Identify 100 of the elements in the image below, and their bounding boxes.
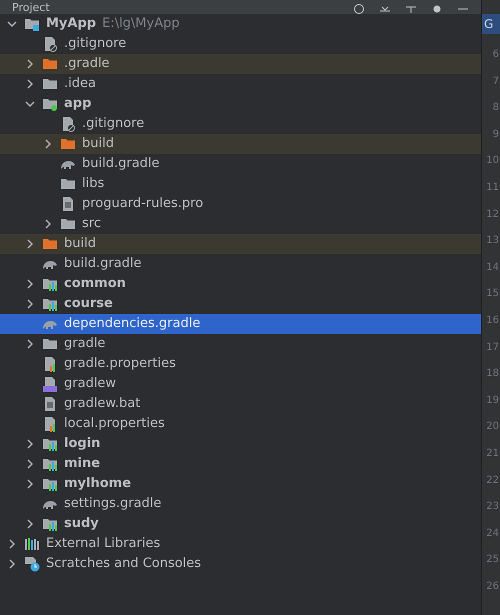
item-label: .idea (64, 75, 96, 94)
item-label: gradle.properties (64, 355, 176, 374)
tree-item[interactable]: build.gradle (0, 254, 481, 274)
scratches-icon (24, 556, 40, 572)
line-number: 9 (492, 128, 500, 142)
line-number: 10 (485, 154, 500, 168)
module-icon (42, 516, 58, 532)
line-number: 24 (485, 526, 500, 541)
line-number: 20 (485, 420, 500, 434)
tree-item[interactable]: src (0, 214, 481, 234)
line-number: 21 (485, 446, 500, 461)
tree-item[interactable]: dependencies.gradle (0, 314, 481, 334)
folder-icon (42, 56, 58, 72)
chevron-right-icon[interactable] (43, 139, 53, 149)
item-label: mine (64, 455, 100, 474)
tree-item[interactable]: gradlew (0, 374, 481, 394)
item-label: local.properties (64, 415, 165, 434)
item-label: gradlew (64, 375, 116, 394)
line-number: 23 (485, 500, 500, 514)
tree-item[interactable]: login (0, 434, 481, 454)
tree-item[interactable]: .gitignore (0, 34, 481, 54)
tree-item[interactable]: course (0, 294, 481, 314)
libraries-icon (24, 536, 40, 552)
chevron-down-icon[interactable] (7, 19, 17, 29)
module-icon (42, 296, 58, 312)
properties-file-icon (42, 356, 58, 372)
chevron-right-icon[interactable] (25, 339, 35, 349)
line-number: 6 (492, 48, 500, 62)
item-label: gradlew.bat (64, 395, 140, 414)
tree-item[interactable]: build (0, 234, 481, 254)
tree-item[interactable]: build.gradle (0, 154, 481, 174)
item-label: External Libraries (46, 535, 160, 554)
line-number: 8 (492, 101, 500, 116)
item-label: .gitignore (82, 115, 144, 134)
item-label: Scratches and Consoles (46, 555, 202, 574)
item-label: common (64, 275, 126, 294)
tree-item[interactable]: build (0, 134, 481, 154)
item-label: gradle (64, 335, 106, 354)
folder-icon (42, 236, 58, 252)
item-label: src (82, 215, 101, 234)
item-label: sudy (64, 515, 99, 534)
tree-item[interactable]: local.properties (0, 414, 481, 434)
tree-item[interactable]: .gradle (0, 54, 481, 74)
tree-item[interactable]: mine (0, 454, 481, 474)
tree-item[interactable]: gradle.properties (0, 354, 481, 374)
tree-item[interactable]: .gitignore (0, 114, 481, 134)
tree-item[interactable]: .idea (0, 74, 481, 94)
file-icon (42, 36, 58, 52)
file-icon (60, 116, 76, 132)
item-label: settings.gradle (64, 495, 162, 514)
tree-item[interactable]: Scratches and Consoles (0, 554, 481, 574)
item-label: proguard-rules.pro (82, 195, 204, 214)
item-label: build.gradle (82, 155, 160, 174)
tree-item[interactable]: MyApp E:\lg\MyApp (0, 14, 481, 34)
collapse-icon[interactable] (379, 4, 391, 14)
file-icon (42, 396, 58, 412)
folder-icon (42, 76, 58, 92)
line-number: 16 (485, 314, 500, 328)
item-label: dependencies.gradle (64, 315, 200, 334)
tree-item[interactable]: settings.gradle (0, 494, 481, 514)
tree-item[interactable]: External Libraries (0, 534, 481, 554)
line-number: 19 (485, 394, 500, 408)
line-number: 11 (485, 180, 500, 195)
tree-item[interactable]: app (0, 94, 481, 114)
tree-item[interactable]: proguard-rules.pro (0, 194, 481, 214)
item-label: .gradle (64, 55, 110, 74)
path-label: E:\lg\MyApp (102, 15, 180, 34)
folder-icon (42, 336, 58, 352)
line-number: 15 (485, 287, 500, 302)
item-label: build.gradle (64, 255, 142, 274)
tree-item[interactable]: mylhome (0, 474, 481, 494)
tree-item[interactable]: common (0, 274, 481, 294)
line-number: 22 (485, 474, 500, 488)
line-number: 7 (492, 74, 500, 89)
tree-item[interactable]: gradlew.bat (0, 394, 481, 414)
line-number: 18 (485, 367, 500, 382)
script-file-icon (42, 376, 58, 392)
item-label: course (64, 295, 113, 314)
panel-title[interactable]: Project (12, 2, 50, 14)
line-number: 25 (485, 553, 500, 568)
item-label: build (82, 135, 114, 154)
line-number: 14 (485, 260, 500, 275)
folder-icon (24, 16, 40, 32)
line-number: 17 (485, 340, 500, 355)
item-label: app (64, 95, 92, 114)
module-icon (42, 276, 58, 292)
folder-icon (60, 176, 76, 192)
properties-file-icon (42, 416, 58, 432)
module-icon (42, 436, 58, 452)
item-label: login (64, 435, 100, 454)
chevron-down-icon[interactable] (25, 99, 35, 109)
tree-item[interactable]: libs (0, 174, 481, 194)
tree-item[interactable]: sudy (0, 514, 481, 534)
tree-item[interactable]: gradle (0, 334, 481, 354)
item-label: build (64, 235, 96, 254)
editor-tab[interactable]: G (482, 14, 500, 34)
line-number: 12 (485, 208, 500, 222)
item-label: .gitignore (64, 35, 126, 54)
item-label: MyApp (46, 15, 96, 34)
file-icon (60, 196, 76, 212)
